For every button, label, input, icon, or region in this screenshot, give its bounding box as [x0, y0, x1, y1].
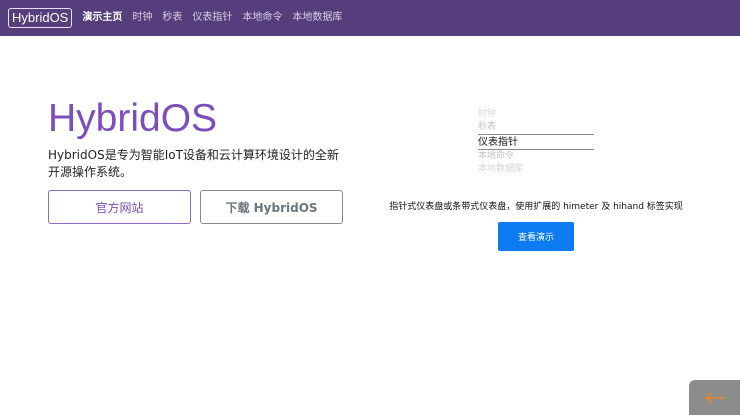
- top-navbar: HybridOS 演示主页 时钟 秒表 仪表指针 本地命令 本地数据库: [0, 0, 740, 36]
- picker-item-local-command[interactable]: 本地命令: [478, 150, 594, 163]
- picker-item-clock[interactable]: 时钟: [478, 108, 594, 121]
- picker-item-stopwatch[interactable]: 秒表: [478, 121, 594, 134]
- hero-title: HybridOS: [48, 97, 218, 140]
- nav-item-stopwatch[interactable]: 秒表: [162, 0, 182, 36]
- hero-description: HybridOS是专为智能IoT设备和云计算环境设计的全新开源操作系统。: [48, 148, 339, 179]
- nav-item-clock[interactable]: 时钟: [132, 0, 152, 36]
- demo-picker-wheel[interactable]: 时钟 秒表 仪表指针 本地命令 本地数据库: [478, 108, 594, 176]
- nav-item-demo-home[interactable]: 演示主页: [82, 0, 122, 36]
- nav-item-gauge[interactable]: 仪表指针: [192, 0, 232, 36]
- back-button[interactable]: [689, 380, 740, 415]
- arrow-left-icon: [704, 391, 725, 404]
- view-demo-button[interactable]: 查看演示: [498, 222, 574, 251]
- official-site-button[interactable]: 官方网站: [48, 190, 191, 224]
- picker-item-gauge[interactable]: 仪表指针: [478, 134, 594, 150]
- brand-logo[interactable]: HybridOS: [8, 8, 73, 28]
- download-button[interactable]: 下载 HybridOS: [200, 190, 343, 224]
- nav-item-local-command[interactable]: 本地命令: [242, 0, 282, 36]
- picker-item-local-database[interactable]: 本地数据库: [478, 163, 594, 176]
- demo-caption: 指针式仪表盘或条带式仪表盘，使用扩展的 himeter 及 hihand 标签实…: [389, 202, 683, 212]
- nav-item-local-database[interactable]: 本地数据库: [292, 0, 342, 36]
